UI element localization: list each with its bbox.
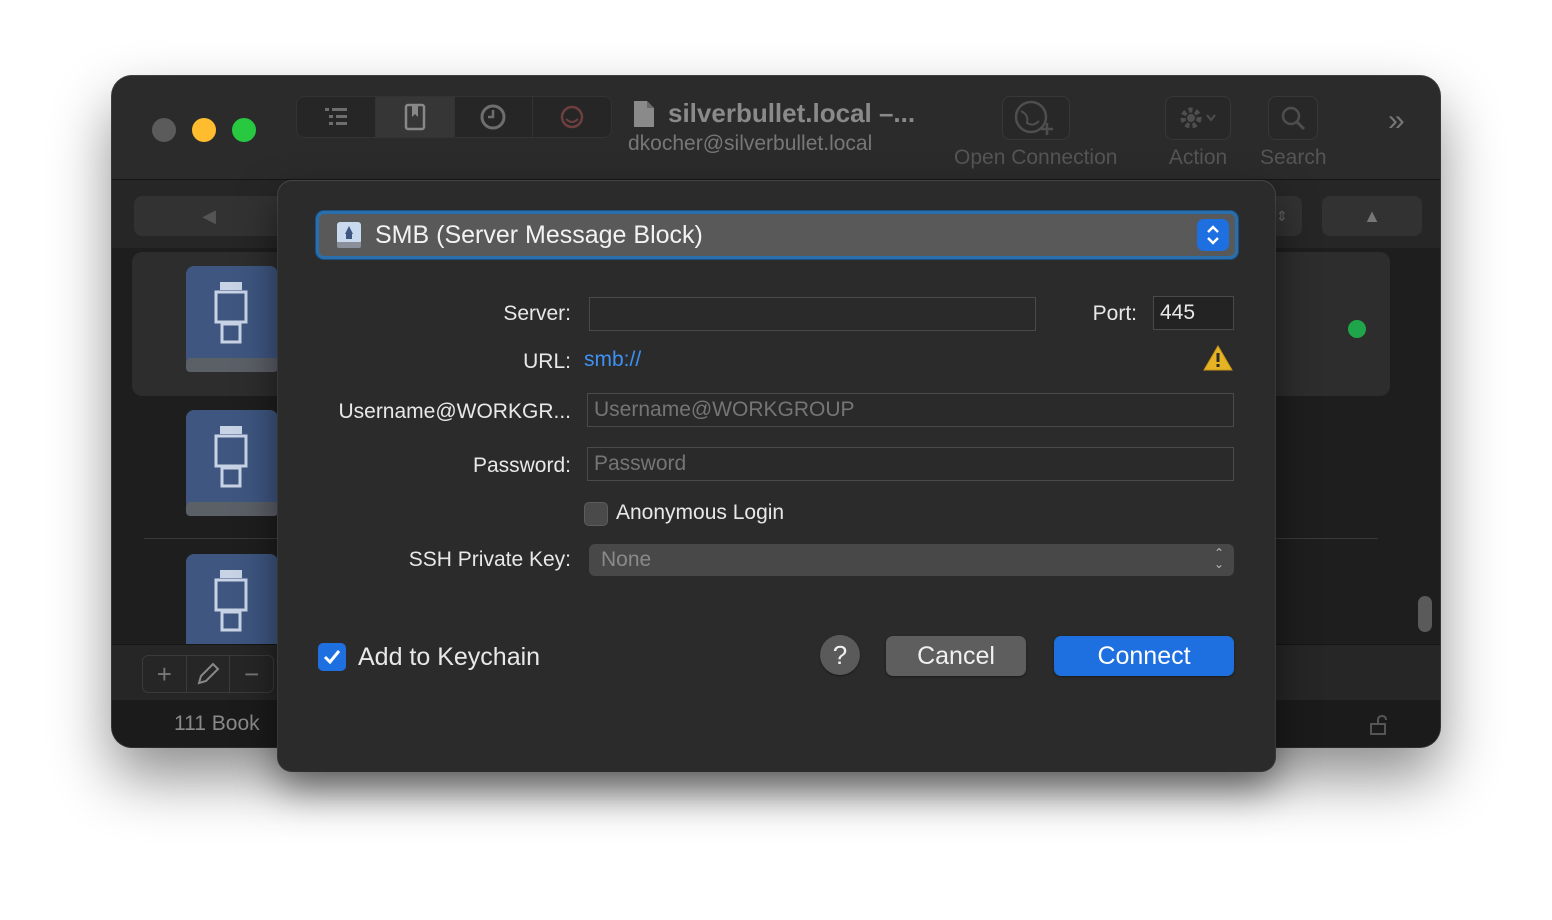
- zoom-window-button[interactable]: [232, 118, 256, 142]
- ssh-key-label: SSH Private Key:: [408, 548, 571, 571]
- password-field[interactable]: [587, 447, 1234, 481]
- document-icon: [634, 100, 654, 127]
- back-arrow-icon: ◀: [202, 205, 216, 226]
- toolbar-overflow-icon[interactable]: »: [1388, 104, 1405, 138]
- gear-icon: [1180, 107, 1216, 129]
- plus-icon: +: [156, 658, 172, 689]
- port-label: Port:: [1092, 302, 1137, 325]
- add-bookmark-button[interactable]: +: [143, 656, 187, 692]
- server-label: Server:: [503, 302, 571, 325]
- minimize-window-button[interactable]: [192, 118, 216, 142]
- outline-icon: [324, 108, 347, 125]
- anonymous-login-checkbox[interactable]: [584, 502, 608, 526]
- action-label: Action: [1168, 146, 1228, 169]
- clock-icon: [480, 104, 506, 130]
- up-arrow-icon: ▲: [1363, 205, 1381, 226]
- back-forward-control[interactable]: ◀: [134, 196, 284, 236]
- open-connection-toolbar-item[interactable]: Open Connection: [954, 96, 1117, 170]
- cancel-button[interactable]: Cancel: [886, 636, 1026, 676]
- edit-bookmark-button[interactable]: [187, 656, 231, 692]
- help-button[interactable]: ?: [820, 635, 860, 675]
- ssh-key-value: None: [601, 548, 652, 571]
- search-label: Search: [1260, 146, 1327, 169]
- bookmarks-view-button[interactable]: [375, 97, 455, 137]
- checkmark-icon: [323, 650, 341, 665]
- port-field[interactable]: [1153, 296, 1234, 330]
- status-indicator-icon: [1348, 320, 1366, 338]
- anonymous-login-label: Anonymous Login: [616, 501, 785, 524]
- window-subtitle: dkocher@silverbullet.local: [628, 132, 873, 155]
- connect-button[interactable]: Connect: [1054, 636, 1234, 676]
- server-field[interactable]: [589, 297, 1036, 331]
- network-drive-icon: [186, 410, 278, 516]
- url-link[interactable]: smb://: [584, 348, 641, 372]
- add-to-keychain-checkbox[interactable]: [318, 643, 346, 671]
- username-label: Username@WORKGR...: [338, 400, 571, 423]
- protocol-select[interactable]: SMB (Server Message Block): [316, 211, 1238, 259]
- network-drive-icon: [186, 266, 278, 372]
- browser-view-button[interactable]: [297, 97, 376, 137]
- bookmark-count: 111 Book: [174, 712, 260, 735]
- lock-icon: [1370, 714, 1387, 735]
- minus-icon: −: [244, 658, 260, 689]
- add-to-keychain-label: Add to Keychain: [358, 643, 541, 671]
- history-view-button[interactable]: [455, 97, 534, 137]
- action-toolbar-item[interactable]: Action: [1165, 96, 1231, 170]
- bonjour-view-button[interactable]: [533, 97, 611, 137]
- globe-plus-icon: [1014, 100, 1053, 135]
- stepper-icon: ⇕: [1276, 207, 1288, 224]
- warning-icon[interactable]: [1202, 344, 1234, 372]
- bookmark-book-icon: [404, 103, 425, 131]
- vertical-scrollbar[interactable]: [1418, 596, 1432, 632]
- popup-arrows-icon: ⌃ ⌄: [1213, 546, 1224, 571]
- window-title-text: silverbullet.local –...: [668, 98, 916, 128]
- bookmark-edit-controls: + −: [142, 655, 274, 693]
- open-connection-label: Open Connection: [954, 146, 1118, 169]
- url-label: URL:: [523, 350, 571, 373]
- open-connection-sheet: SMB (Server Message Block) Server: Port:…: [278, 181, 1275, 771]
- window-title: silverbullet.local –...: [632, 98, 915, 129]
- delete-bookmark-button[interactable]: −: [230, 656, 273, 692]
- action-button[interactable]: [1165, 96, 1231, 140]
- open-connection-button[interactable]: [1001, 96, 1070, 140]
- select-arrows-icon: [1197, 219, 1229, 251]
- bonjour-icon: [560, 105, 584, 129]
- parent-directory-button[interactable]: ▲: [1322, 196, 1422, 236]
- search-icon: [1282, 106, 1306, 131]
- ssh-key-select[interactable]: None ⌃ ⌄: [589, 544, 1234, 576]
- view-segmented-control: [296, 96, 612, 138]
- pencil-icon: [197, 662, 220, 685]
- title-bar: silverbullet.local –... dkocher@silverbu…: [112, 76, 1440, 180]
- protocol-label: SMB (Server Message Block): [375, 220, 703, 249]
- password-label: Password:: [472, 454, 571, 477]
- search-toolbar-item[interactable]: Search: [1260, 96, 1327, 170]
- search-button[interactable]: [1268, 96, 1319, 140]
- username-field[interactable]: [587, 393, 1234, 427]
- close-window-button[interactable]: [152, 118, 176, 142]
- smb-drive-icon: [337, 222, 361, 248]
